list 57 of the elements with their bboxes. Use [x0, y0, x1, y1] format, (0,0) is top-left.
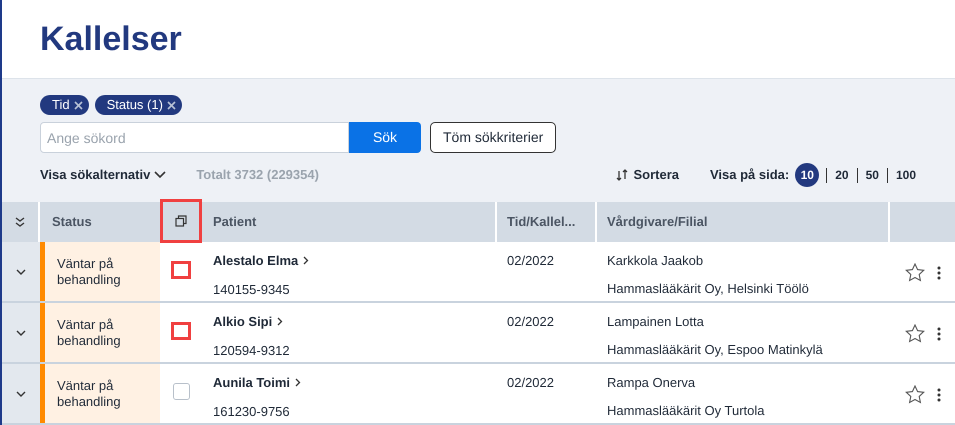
- page-size-label: Visa på sida:: [710, 166, 790, 184]
- status-text: Väntar på behandling: [57, 256, 122, 288]
- provider-name: Lampainen Lotta: [607, 313, 705, 331]
- star-icon[interactable]: [905, 324, 925, 343]
- patient-id: 140155-9345: [213, 280, 291, 298]
- total-count: Totalt 3732 (229354): [196, 166, 319, 184]
- filter-chip[interactable]: Status (1): [94, 95, 182, 116]
- clinic-name: Hammaslääkärit Oy Turtola: [607, 402, 766, 420]
- patient-id: 161230-9756: [213, 402, 291, 420]
- remove-icon[interactable]: [74, 100, 83, 110]
- search-field[interactable]: Ange sökord: [40, 122, 349, 154]
- star-icon[interactable]: [905, 385, 925, 404]
- date-text: 02/2022: [507, 253, 554, 268]
- copy-icon[interactable]: [175, 215, 187, 227]
- checkbox[interactable]: [172, 383, 190, 400]
- search-button[interactable]: Sök: [349, 122, 421, 154]
- column-header[interactable]: Vårdgivare/Filial: [607, 212, 708, 232]
- expand-row-icon[interactable]: [16, 330, 26, 336]
- chevron-right-icon: [303, 256, 310, 266]
- patient-link[interactable]: Alkio Sipi: [213, 312, 497, 332]
- clinic-name: Hammaslääkärit Oy, Espoo Matinkylä: [607, 340, 824, 359]
- expand-all-icon[interactable]: [15, 217, 25, 227]
- more-icon[interactable]: [937, 266, 941, 280]
- date-text: 02/2022: [507, 314, 554, 329]
- page-size-option[interactable]: 100: [894, 166, 917, 184]
- star-icon[interactable]: [905, 263, 925, 282]
- page-size-option[interactable]: 20: [834, 166, 850, 184]
- column-header[interactable]: Tid/Kallel...: [507, 212, 576, 232]
- status-text: Väntar på behandling: [57, 316, 122, 348]
- provider-name: Karkkola Jaakob: [607, 252, 704, 270]
- provider-name: Rampa Onerva: [607, 374, 696, 392]
- sort-icon: [615, 168, 630, 182]
- chevron-right-icon: [277, 317, 284, 326]
- more-icon[interactable]: [937, 326, 941, 340]
- chevron-right-icon: [295, 378, 302, 388]
- patient-link[interactable]: Aunila Toimi: [213, 373, 497, 392]
- chevron-down-icon: [154, 171, 166, 180]
- page-size-option[interactable]: 50: [864, 166, 880, 184]
- column-header[interactable]: Patient: [213, 212, 256, 232]
- search-options-toggle[interactable]: Visa sökalternativ: [40, 165, 166, 185]
- highlight-frame[interactable]: [171, 322, 191, 340]
- date-text: 02/2022: [507, 375, 554, 390]
- remove-icon[interactable]: [166, 100, 176, 110]
- sort-button[interactable]: Sortera: [615, 165, 679, 185]
- highlight-frame[interactable]: [171, 261, 191, 279]
- status-text: Väntar på behandling: [57, 378, 122, 410]
- page-size-option[interactable]: 10: [795, 163, 820, 188]
- clinic-name: Hammaslääkärit Oy, Helsinki Töölö: [607, 280, 810, 298]
- column-header[interactable]: Status: [52, 212, 92, 232]
- clear-criteria-button[interactable]: Töm sökkriterier: [430, 122, 556, 154]
- filter-chip[interactable]: Tid: [40, 95, 89, 116]
- patient-link[interactable]: Alestalo Elma: [213, 251, 497, 270]
- expand-row-icon[interactable]: [16, 390, 26, 396]
- patient-id: 120594-9312: [213, 342, 291, 360]
- expand-row-icon[interactable]: [16, 268, 26, 274]
- more-icon[interactable]: [937, 388, 941, 402]
- page-title: Kallelser: [40, 18, 182, 60]
